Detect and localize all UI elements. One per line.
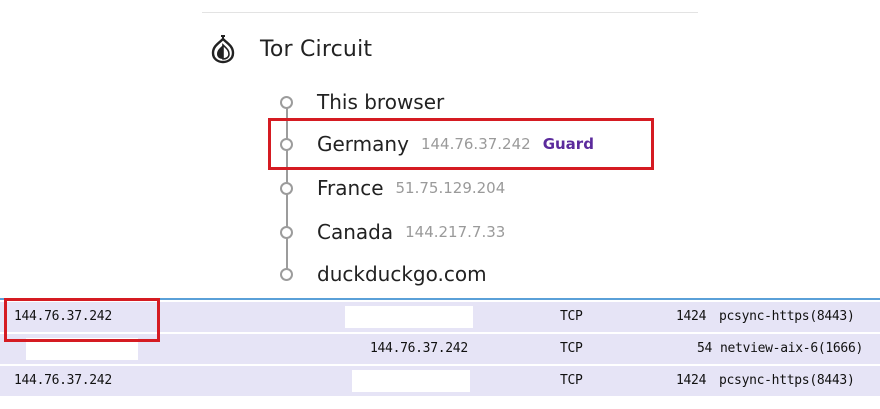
panel-title: Tor Circuit <box>260 36 373 62</box>
packet-source: 144.76.37.242 <box>14 373 112 388</box>
packet-length: 1424 <box>676 309 707 324</box>
redacted-cell <box>352 370 470 392</box>
circuit-node-dot <box>280 95 293 109</box>
circuit-node-name: duckduckgo.com <box>317 262 487 286</box>
circuit-node-name: This browser <box>317 90 445 114</box>
circuit-node-dot <box>280 181 293 195</box>
circuit-node-ip: 144.217.7.33 <box>405 223 506 241</box>
packet-protocol: TCP <box>560 309 583 324</box>
circuit-node-exit: Canada 144.217.7.33 <box>276 217 505 247</box>
circuit-node-browser: This browser <box>276 87 444 117</box>
circuit-node-dot <box>280 267 293 281</box>
circuit-node-name: Canada <box>317 220 394 244</box>
circuit-node-ip: 51.75.129.204 <box>395 179 506 197</box>
packet-destination: 144.76.37.242 <box>370 341 468 356</box>
packet-protocol: TCP <box>560 341 583 356</box>
source-ip-highlight-box <box>4 298 160 342</box>
circuit-node-middle: France 51.75.129.204 <box>276 173 505 203</box>
circuit-node-dot <box>280 225 293 239</box>
guard-highlight-box <box>268 118 654 170</box>
redacted-cell <box>345 306 473 328</box>
packet-info: pcsync-https(8443) <box>719 373 855 388</box>
circuit-node-name: France <box>317 176 384 200</box>
packet-info: netview-aix-6(1666) <box>720 341 864 356</box>
table-row[interactable]: 144.76.37.242 TCP 1424 pcsync-https(8443… <box>0 366 880 396</box>
packet-info: pcsync-https(8443) <box>719 309 855 324</box>
packet-length: 54 <box>697 341 713 356</box>
circuit-node-destination: duckduckgo.com <box>276 259 487 289</box>
packet-protocol: TCP <box>560 373 583 388</box>
panel-top-divider <box>202 12 698 13</box>
packet-length: 1424 <box>676 373 707 388</box>
panel-header: Tor Circuit <box>208 32 372 66</box>
onion-icon <box>208 34 238 64</box>
